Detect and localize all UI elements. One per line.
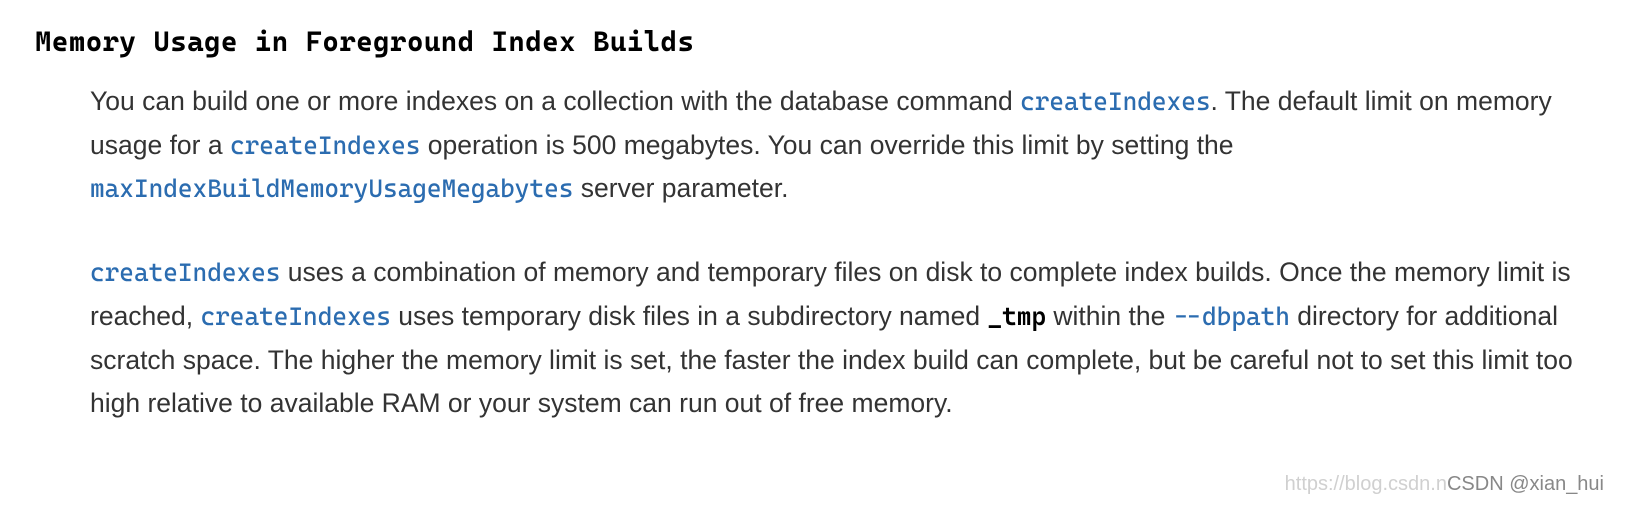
- body-content: You can build one or more indexes on a c…: [35, 80, 1609, 426]
- dbpath-link[interactable]: --dbpath: [1173, 302, 1290, 331]
- text-segment: operation is 500 megabytes. You can over…: [420, 130, 1233, 160]
- text-segment: You can build one or more indexes on a c…: [90, 86, 1020, 116]
- watermark-url: https://blog.csdn.n: [1285, 473, 1447, 495]
- createindexes-link[interactable]: createIndexes: [201, 302, 391, 331]
- text-segment: uses temporary disk files in a subdirect…: [391, 301, 988, 331]
- text-segment: server parameter.: [573, 173, 788, 203]
- createindexes-link[interactable]: createIndexes: [1020, 87, 1210, 116]
- maxindexbuildmemoryusagemegabytes-link[interactable]: maxIndexBuildMemoryUsageMegabytes: [90, 174, 573, 203]
- createindexes-link[interactable]: createIndexes: [230, 131, 420, 160]
- watermark-attribution: CSDN @xian_hui: [1447, 473, 1604, 495]
- section-heading: Memory Usage in Foreground Index Builds: [35, 25, 1609, 58]
- paragraph-2: createIndexes uses a combination of memo…: [90, 251, 1579, 426]
- text-segment: within the: [1046, 301, 1173, 331]
- paragraph-1: You can build one or more indexes on a c…: [90, 80, 1579, 211]
- tmp-code: _tmp: [987, 302, 1046, 331]
- watermark: https://blog.csdn.nCSDN @xian_hui: [1285, 473, 1604, 496]
- createindexes-link[interactable]: createIndexes: [90, 258, 280, 287]
